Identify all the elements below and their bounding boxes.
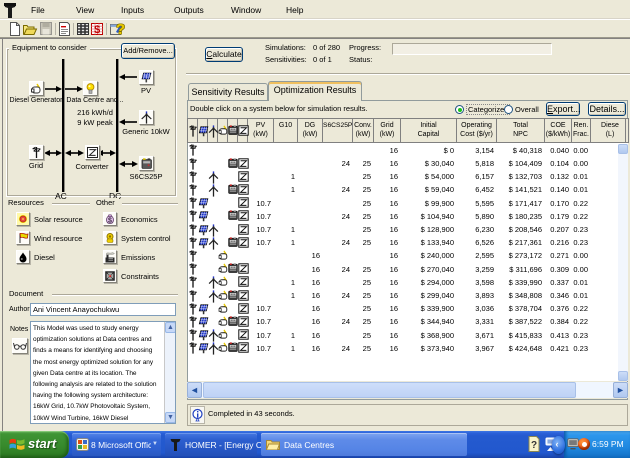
svg-text:$: $	[94, 24, 100, 36]
svg-text:?: ?	[531, 440, 537, 451]
svg-text:$: $	[108, 218, 112, 225]
